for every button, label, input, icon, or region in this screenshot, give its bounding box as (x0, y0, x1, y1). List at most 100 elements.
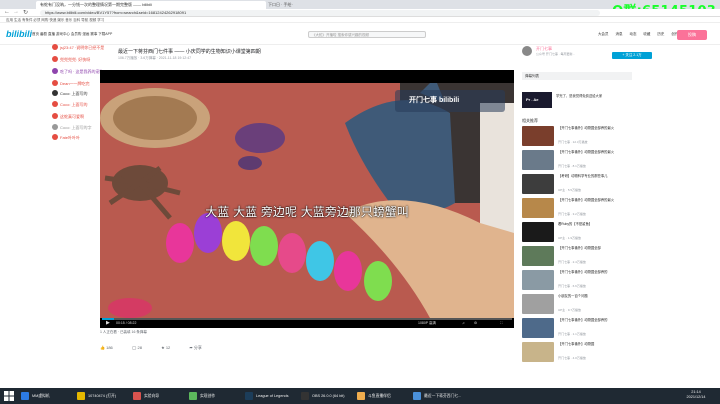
app-label: MM虚拟机 (32, 394, 50, 398)
recommend-item[interactable]: 【开门七事番外】动物园全部养的最火 开门七事 · 3.2万播放 (522, 198, 622, 220)
recommend-title[interactable]: 小朋友的一百个问题 (558, 294, 618, 307)
app-icon (133, 392, 141, 400)
system-clock[interactable]: 21:14 2021/12/14 (678, 390, 714, 400)
app-icon (301, 392, 309, 400)
danmaku-item: Coco: 上面写的 (60, 102, 88, 107)
favorite-icon[interactable]: ★ (161, 345, 165, 350)
recommend-thumbnail[interactable] (522, 126, 554, 146)
recommend-thumbnail[interactable] (522, 150, 554, 170)
app-icon (413, 392, 421, 400)
recommend-item[interactable]: 【开门七事番外】动物园全部 开门七事 · 2.4万播放 (522, 246, 622, 268)
recommend-thumbnail[interactable] (522, 318, 554, 338)
progress-bar[interactable] (102, 318, 512, 320)
follow-button[interactable]: + 关注 2.1万 (612, 52, 652, 59)
danmaku-item: Coco: 上面写的字 (60, 125, 92, 130)
recommend-item[interactable]: 【考研】动物科学专业的那些事儿 UP主 · 5.5万播放 (522, 174, 622, 196)
recommend-thumbnail[interactable] (522, 246, 554, 266)
recommend-meta: UP主 · 1.9万播放 (558, 236, 582, 240)
recommend-title[interactable]: 【开门七事番外】动物园全部养的最火 (558, 126, 618, 139)
recommend-item[interactable]: 看Ruby的【不是鲨鱼】 UP主 · 1.9万播放 (522, 222, 622, 244)
taskbar-app[interactable]: OBS 26.0.0 (64 bit) (300, 390, 354, 402)
bilibili-logo[interactable]: bilibili (6, 29, 32, 39)
taskbar-app[interactable]: 斗鱼直播伴侣 (356, 390, 410, 402)
recommend-meta: UP主 · 9.7万播放 (558, 308, 582, 312)
danmaku-avatar (52, 56, 58, 62)
like-icon[interactable]: 👍 (100, 345, 105, 350)
reload-icon[interactable]: ↻ (23, 9, 28, 16)
video-title: 最近一下蒋芬西门七件事 —— 小庆同学的生物知识小课堂第四期 (118, 49, 261, 55)
recommend-meta: UP主 · 5.5万播放 (558, 188, 582, 192)
fullscreen-icon[interactable]: ⛶ (500, 318, 502, 328)
recommend-title[interactable]: 【开门七事番外】动物园全部养的 (558, 270, 618, 283)
danmaku-item: Fate叶叶叶 (60, 135, 81, 140)
recommend-item[interactable]: 【开门七事番外】动物园全部养的 开门七事 · 1.1万播放 (522, 318, 622, 340)
taskbar-app[interactable]: 最近一下蒋芬西门七... (412, 390, 466, 402)
recommend-thumbnail[interactable] (522, 174, 554, 194)
coin-count: 28 (137, 345, 142, 350)
upload-button[interactable]: 投稿 (677, 30, 707, 40)
recommend-item[interactable]: 小朋友的一百个问题 UP主 · 9.7万播放 (522, 294, 622, 316)
tab-secondary[interactable]: 下口日 · 手绘· (268, 1, 328, 9)
recommend-item[interactable]: 【开门七事番外】动物园全部养的 开门七事 · 6.6万播放 (522, 270, 622, 292)
sidebar-ad[interactable]: Pr . Ae (522, 92, 552, 108)
app-label: 10740474 (打开) (88, 394, 117, 398)
recommend-thumbnail[interactable] (522, 270, 554, 290)
recommend-meta: 开门七事 · 8.1万播放 (558, 164, 586, 168)
recommend-meta: 开门七事 · 1.1万播放 (558, 332, 586, 336)
taskbar-app[interactable]: League of Legends (244, 390, 298, 402)
app-icon (357, 392, 365, 400)
player-controls: ▶ 00:15 / 08:22 1080P 高清 ♫ ⚙ ⛶ (100, 318, 514, 328)
forward-icon[interactable]: → (13, 9, 19, 15)
recommend-thumbnail[interactable] (522, 342, 554, 362)
recommend-title[interactable]: 【开门七事番外】动物园全部养的最火 (558, 198, 618, 211)
volume-icon[interactable]: ♫ (462, 318, 465, 328)
taskbar-app[interactable]: 实现创作 (188, 390, 242, 402)
recommend-meta: 开门七事 · 12.3万播放 (558, 140, 588, 144)
recommend-meta: 开门七事 · 6.6万播放 (558, 284, 586, 288)
sidebar-ad-caption[interactable]: 学完了，是我觉得免费送给大家 (556, 94, 616, 99)
active-tab[interactable]: 有蛇有门没呐，一分钱一次的整理情况第一期完整版 —— bilibili (36, 1, 266, 9)
recommend-item[interactable]: 【开门七事番外】动物园全部养的最火 开门七事 · 8.1万播放 (522, 150, 622, 172)
recommend-title[interactable]: 【开门七事番外】动物园全部养的 (558, 318, 618, 331)
danmaku-avatar (52, 113, 58, 119)
uploader-avatar[interactable] (522, 46, 532, 56)
recommend-thumbnail[interactable] (522, 198, 554, 218)
recommend-title[interactable]: 【开门七事番外】动物园全部养的最火 (558, 150, 618, 163)
channel-watermark: 开门七事 bilibili (395, 90, 505, 112)
windows-start-icon[interactable] (4, 391, 14, 401)
share-label[interactable]: 分享 (194, 345, 202, 350)
back-icon[interactable]: ← (4, 9, 10, 15)
quality-selector[interactable]: 1080P 高清 (418, 318, 436, 328)
recommend-item[interactable]: 【开门七事番外】动物园 开门七事 · 4.0万播放 (522, 342, 622, 364)
danmaku-item: 这蛇真可爱啊 (60, 114, 84, 119)
share-icon[interactable]: ➦ (189, 345, 192, 350)
recommend-thumbnail[interactable] (522, 294, 554, 314)
recommend-meta: 开门七事 · 2.4万播放 (558, 260, 586, 264)
taskbar-app[interactable]: MM虚拟机 (20, 390, 74, 402)
danmaku-list-toggle[interactable]: 弹幕列表 (522, 72, 632, 80)
recommend-title[interactable]: 看Ruby的【不是鲨鱼】 (558, 222, 618, 235)
url-input[interactable]: https://www.bilibili.com/video/BV1Y57?fr… (40, 10, 600, 16)
main-nav[interactable]: 首页 番剧 直播 游戏中心 会员购 漫画 赛事 下载APP (32, 32, 112, 37)
settings-icon[interactable]: ⚙ (474, 318, 477, 328)
video-actions: 👍 186 ◯ 28 ★ 12 ➦ 分享 (100, 345, 202, 351)
search-input[interactable]: 《大蛇》开播啦 搜索你感兴趣的视频 (308, 31, 426, 38)
recommend-title[interactable]: 【考研】动物科学专业的那些事儿 (558, 174, 618, 187)
like-count: 186 (106, 345, 113, 350)
danmaku-item: 吃了吗 · 这是我养的宠物 (60, 69, 104, 74)
site-header: bilibili 首页 番剧 直播 游戏中心 会员购 漫画 赛事 下载APP 《… (0, 23, 720, 45)
taskbar-app[interactable]: 实验向导 (132, 390, 186, 402)
app-label: OBS 26.0.0 (64 bit) (312, 394, 345, 398)
taskbar-app[interactable]: 10740474 (打开) (76, 390, 130, 402)
recommend-title[interactable]: 【开门七事番外】动物园 (558, 342, 618, 355)
header-right-menu[interactable]: 大会员 消息 动态 收藏 历史 创作中心 (598, 32, 685, 37)
coin-icon[interactable]: ◯ (132, 345, 136, 350)
danmaku-item: Dean一一牌吃完 (60, 81, 90, 86)
recommend-item[interactable]: 【开门七事番外】动物园全部养的最火 开门七事 · 12.3万播放 (522, 126, 622, 148)
recommend-thumbnail[interactable] (522, 222, 554, 242)
play-icon[interactable]: ▶ (106, 318, 110, 328)
taskbar: MM虚拟机 10740474 (打开) 实验向导 实现创作 League of Lege… (0, 388, 720, 404)
address-bar-row: ← → ↻ https://www.bilibili.com/video/BV1… (0, 9, 720, 17)
recommend-title[interactable]: 【开门七事番外】动物园全部 (558, 246, 618, 259)
recommend-meta: 开门七事 · 4.0万播放 (558, 356, 586, 360)
